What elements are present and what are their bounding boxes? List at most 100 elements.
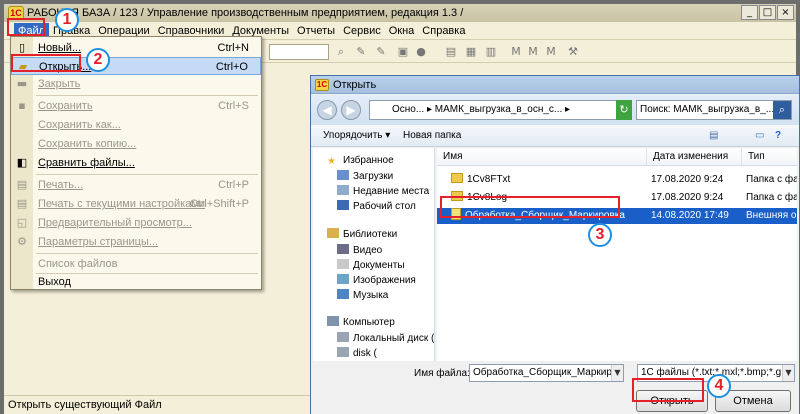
menu-service[interactable]: Сервис	[339, 23, 385, 39]
save-icon: ▪	[18, 99, 26, 112]
memory-m-icon[interactable]: M	[509, 45, 523, 59]
menu-save-as-label: Сохранить как...	[38, 119, 121, 131]
highlight-file-menu	[7, 18, 45, 36]
menu-file-list: Список файлов	[11, 255, 261, 273]
nav-computer[interactable]: Компьютер	[327, 316, 395, 330]
nav-video[interactable]: Видео	[337, 244, 382, 258]
minimize-button[interactable]: _	[741, 5, 758, 20]
menu-save-shortcut: Ctrl+S	[218, 100, 249, 112]
maximize-button[interactable]: □	[759, 5, 776, 20]
dialog-nav-row: ◀ ▶ Осно... ▸ МАМК_выгрузка_в_осн_с... ▸…	[311, 95, 799, 125]
chevron-down-icon[interactable]: ▼	[611, 365, 623, 381]
preview-pane-icon[interactable]: ▭	[755, 125, 764, 147]
nav-network-disk[interactable]: disk (	[337, 347, 377, 361]
page-setup-icon: ⚙	[17, 235, 27, 248]
nav-libraries-label: Библиотеки	[343, 229, 398, 240]
menu-close-label: Закрыть	[38, 78, 81, 90]
menu-exit[interactable]: Выход	[11, 273, 261, 291]
dialog-logo-icon: 1C	[315, 78, 329, 91]
open-file-dialog: 1C Открыть ◀ ▶ Осно... ▸ МАМК_выгрузка_в…	[310, 75, 800, 414]
memory-mminus-icon[interactable]: M	[544, 45, 558, 59]
chevron-down-icon[interactable]: ▼	[782, 365, 794, 381]
nav-desktop-label: Рабочий стол	[353, 201, 416, 212]
column-date[interactable]: Дата изменения	[647, 148, 742, 166]
print-quick-icon: ▤	[16, 197, 28, 210]
menu-help[interactable]: Справка	[418, 23, 469, 39]
info-icon[interactable]: ●	[414, 45, 428, 59]
nav-recent[interactable]: Недавние места	[337, 185, 429, 199]
search-input[interactable]: Поиск: МАМК_выгрузка_в_... ⌕	[636, 100, 792, 120]
dialog-title: Открыть	[333, 78, 377, 91]
toolbar-search-combo[interactable]	[269, 44, 329, 60]
back-icon[interactable]: ◀	[317, 100, 337, 120]
file-date: 17.08.2020 9:24	[651, 192, 724, 203]
menu-save: ▪ Сохранить Ctrl+S	[11, 97, 261, 115]
file-row[interactable]: 1Cv8FTxt 17.08.2020 9:24 Папка с фай	[437, 172, 797, 188]
file-menu-dropdown: ▯ Новый... Ctrl+N ▰ Открыть... Ctrl+O ▬ …	[10, 36, 262, 290]
nav-network-disk-label: disk (	[353, 348, 377, 359]
view-icon[interactable]: ▤	[709, 125, 718, 147]
search-icon[interactable]: ⌕	[773, 101, 791, 119]
menu-print-current: ▤ Печать с текущими настройками Ctrl+Shi…	[11, 195, 261, 213]
menu-save-as: Сохранить как...	[11, 116, 261, 134]
grid-icon[interactable]: ▥	[484, 45, 498, 59]
network-disk-icon	[337, 347, 349, 357]
menu-windows[interactable]: Окна	[385, 23, 419, 39]
new-folder-button[interactable]: Новая папка	[403, 125, 461, 147]
nav-images[interactable]: Изображения	[337, 274, 416, 288]
nav-local-disk[interactable]: Локальный диск (	[337, 332, 434, 346]
calendar-icon[interactable]: ▣	[396, 45, 410, 59]
app-title: РАБОЧАЯ БАЗА / 123 / Управление производ…	[27, 7, 464, 19]
menu-compare[interactable]: ◧ Сравнить файлы...	[11, 154, 261, 172]
refresh-icon[interactable]: ↻	[616, 100, 632, 120]
filter-icon[interactable]: ✎	[354, 45, 368, 59]
forward-icon[interactable]: ▶	[341, 100, 361, 120]
nav-libraries[interactable]: Библиотеки	[327, 228, 397, 242]
nav-documents[interactable]: Документы	[337, 259, 405, 273]
calculator-icon[interactable]: ▤	[444, 45, 458, 59]
filename-input[interactable]: Обработка_Сборщик_Маркиров ▼	[469, 364, 624, 382]
window-controls: _ □ ×	[741, 5, 794, 20]
file-type: Папка с фай	[746, 174, 797, 185]
filter2-icon[interactable]: ✎	[374, 45, 388, 59]
compare-icon: ◧	[16, 156, 28, 169]
nav-favorites[interactable]: ★ Избранное	[327, 154, 394, 168]
computer-icon	[327, 316, 339, 326]
menu-preview: ◱ Предварительный просмотр...	[11, 214, 261, 232]
help-icon[interactable]: ?	[775, 125, 781, 147]
menu-print-shortcut: Ctrl+P	[218, 179, 249, 191]
highlight-open-button	[632, 378, 704, 402]
column-type[interactable]: Тип	[742, 148, 797, 166]
file-date: 14.08.2020 17:49	[651, 210, 729, 221]
nav-music[interactable]: Музыка	[337, 289, 388, 303]
app-title-bar: 1C РАБОЧАЯ БАЗА / 123 / Управление произ…	[4, 4, 796, 22]
nav-desktop[interactable]: Рабочий стол	[337, 200, 416, 214]
menu-save-copy: Сохранить копию...	[11, 135, 261, 153]
highlight-open-item	[11, 54, 81, 72]
menu-print-label: Печать...	[38, 179, 84, 191]
disk-icon	[337, 332, 349, 342]
menu-save-copy-label: Сохранить копию...	[38, 138, 137, 150]
print-icon: ▤	[16, 178, 28, 191]
menu-reports[interactable]: Отчеты	[293, 23, 339, 39]
tools-icon[interactable]: ⚒	[566, 45, 580, 59]
nav-downloads-label: Загрузки	[353, 171, 394, 182]
menu-new-shortcut: Ctrl+N	[217, 42, 249, 54]
memory-mplus-icon[interactable]: M	[526, 45, 540, 59]
table-icon[interactable]: ▦	[464, 45, 478, 59]
downloads-icon	[337, 170, 349, 180]
organize-button[interactable]: Упорядочить ▾	[323, 125, 390, 147]
step-badge-2: 2	[86, 48, 110, 72]
nav-recent-label: Недавние места	[353, 186, 430, 197]
column-name[interactable]: Имя	[437, 148, 647, 166]
libraries-icon	[327, 228, 339, 238]
step-badge-4: 4	[707, 374, 731, 398]
menu-separator	[36, 174, 258, 175]
path-bar[interactable]: Осно... ▸ МАМК_выгрузка_в_осн_с... ▸	[369, 100, 629, 120]
menu-page-setup: ⚙ Параметры страницы...	[11, 233, 261, 251]
nav-downloads[interactable]: Загрузки	[337, 170, 393, 184]
close-window-button[interactable]: ×	[777, 5, 794, 20]
menu-separator	[36, 253, 258, 254]
menu-open-shortcut: Ctrl+O	[215, 61, 248, 73]
find-icon[interactable]: ⌕	[334, 45, 348, 59]
